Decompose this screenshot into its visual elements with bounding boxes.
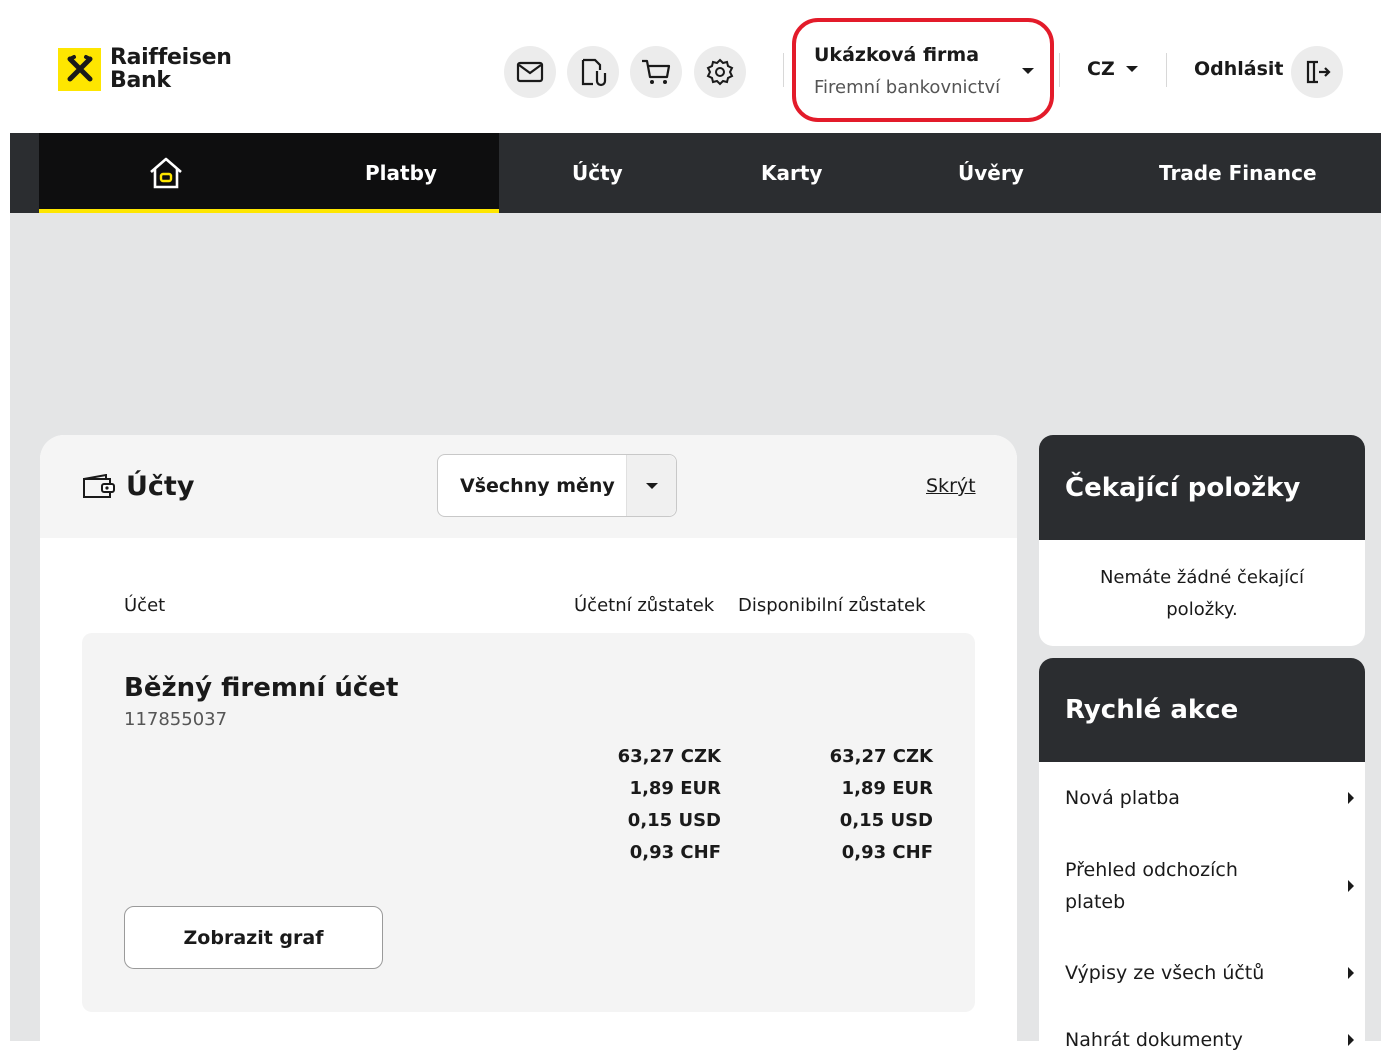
hide-accounts-link[interactable]: Skrýt: [926, 475, 976, 497]
nav-home[interactable]: [148, 133, 184, 213]
mail-icon: [516, 61, 544, 83]
show-graph-button[interactable]: Zobrazit graf: [124, 906, 383, 969]
settings-button[interactable]: [694, 46, 746, 98]
caret-right-icon: [1348, 1034, 1354, 1046]
account-name[interactable]: Běžný firemní účet: [124, 673, 398, 703]
ledger-balance-eur: 1,89 EUR: [629, 778, 721, 799]
ledger-balance-czk: 63,27 CZK: [617, 746, 721, 767]
logo-cross-icon: [58, 47, 101, 91]
caret-right-icon: [1348, 967, 1354, 979]
accounts-title: Účty: [82, 471, 194, 502]
logo-line-2: Bank: [110, 68, 171, 93]
ledger-balance-chf: 0,93 CHF: [629, 842, 721, 863]
available-balance-chf: 0,93 CHF: [841, 842, 933, 863]
quick-action-label: Nová platba: [1065, 787, 1180, 809]
language-selector[interactable]: CZ: [1087, 58, 1139, 80]
accounts-title-text: Účty: [126, 471, 195, 502]
pending-items-panel: Čekající položky Nemáte žádné čekající p…: [1039, 435, 1365, 646]
nav-trade-finance[interactable]: Trade Finance: [1159, 133, 1317, 213]
main-navigation: Platby Účty Karty Úvěry Trade Finance: [10, 133, 1381, 213]
available-balance-eur: 1,89 EUR: [841, 778, 933, 799]
nav-platby[interactable]: Platby: [365, 133, 437, 213]
settings-icon: [706, 58, 734, 86]
home-icon: [150, 157, 182, 189]
language-label: CZ: [1087, 58, 1115, 80]
currency-filter-toggle[interactable]: [626, 455, 676, 516]
quick-action-label: Přehled odchozích plateb: [1065, 859, 1238, 913]
pending-items-empty-text: Nemáte žádné čekající položky.: [1099, 567, 1305, 620]
account-row[interactable]: Běžný firemní účet 117855037 63,27 CZK 1…: [82, 633, 975, 1012]
quick-action-label: Nahrát dokumenty: [1065, 1029, 1243, 1051]
caret-right-icon: [1348, 792, 1354, 804]
cart-icon: [642, 59, 671, 84]
messages-button[interactable]: [504, 46, 556, 98]
logo-line-1: Raiffeisen: [110, 45, 232, 70]
chevron-down-icon: [1022, 68, 1034, 74]
currency-filter-select[interactable]: Všechny měny: [437, 454, 677, 517]
header-divider: [783, 53, 784, 87]
logout-icon: [1306, 60, 1331, 84]
cart-button[interactable]: [630, 46, 682, 98]
available-balance-list: 63,27 CZK 1,89 EUR 0,15 USD 0,93 CHF: [733, 741, 933, 869]
nav-ucty[interactable]: Účty: [572, 133, 623, 213]
account-number: 117855037: [124, 709, 228, 730]
ledger-balance-usd: 0,15 USD: [627, 810, 721, 831]
quick-action-new-payment[interactable]: Nová platba: [1065, 782, 1355, 814]
column-header-ledger-balance: Účetní zůstatek: [574, 595, 715, 616]
chevron-down-icon: [1125, 66, 1138, 72]
documents-icon: [581, 58, 607, 87]
column-header-account: Účet: [124, 595, 166, 616]
company-name: Ukázková firma: [814, 44, 980, 66]
nav-uvery[interactable]: Úvěry: [958, 133, 1024, 213]
documents-button[interactable]: [567, 46, 619, 98]
logo-text: Raiffeisen Bank: [110, 46, 232, 92]
accounts-card: Účty Všechny měny Skrýt Účet Účetní zůst…: [40, 435, 1017, 1055]
pending-items-title: Čekající položky: [1039, 435, 1365, 540]
accounts-card-header: Účty Všechny měny Skrýt: [40, 435, 1017, 538]
app-header: Raiffeisen Bank Ukázková firma Firemní b…: [0, 0, 1381, 133]
wallet-icon: [83, 473, 115, 498]
raiffeisen-logo[interactable]: Raiffeisen Bank: [58, 46, 232, 92]
available-balance-czk: 63,27 CZK: [829, 746, 933, 767]
chevron-down-icon: [645, 482, 658, 489]
header-divider: [1059, 53, 1060, 87]
currency-filter-value: Všechny měny: [460, 474, 615, 497]
company-subtitle: Firemní bankovnictví: [814, 77, 1001, 98]
company-switcher[interactable]: Ukázková firma Firemní bankovnictví: [792, 18, 1054, 122]
quick-action-label: Výpisy ze všech účtů: [1065, 962, 1265, 984]
quick-actions-panel: Rychlé akce Nová platba Přehled odchozíc…: [1039, 658, 1365, 1058]
logout-button[interactable]: [1291, 46, 1343, 98]
quick-action-statements[interactable]: Výpisy ze všech účtů: [1065, 957, 1355, 989]
quick-action-upload-documents[interactable]: Nahrát dokumenty: [1065, 1024, 1355, 1056]
ledger-balance-list: 63,27 CZK 1,89 EUR 0,15 USD 0,93 CHF: [521, 741, 721, 869]
available-balance-usd: 0,15 USD: [839, 810, 933, 831]
nav-karty[interactable]: Karty: [761, 133, 822, 213]
logout-link[interactable]: Odhlásit: [1194, 58, 1284, 80]
caret-right-icon: [1348, 880, 1354, 892]
quick-actions-title: Rychlé akce: [1039, 658, 1365, 762]
quick-action-outgoing-payments[interactable]: Přehled odchozích plateb: [1065, 854, 1355, 918]
header-divider: [1166, 53, 1167, 87]
column-header-available-balance: Disponibilní zůstatek: [738, 595, 926, 616]
